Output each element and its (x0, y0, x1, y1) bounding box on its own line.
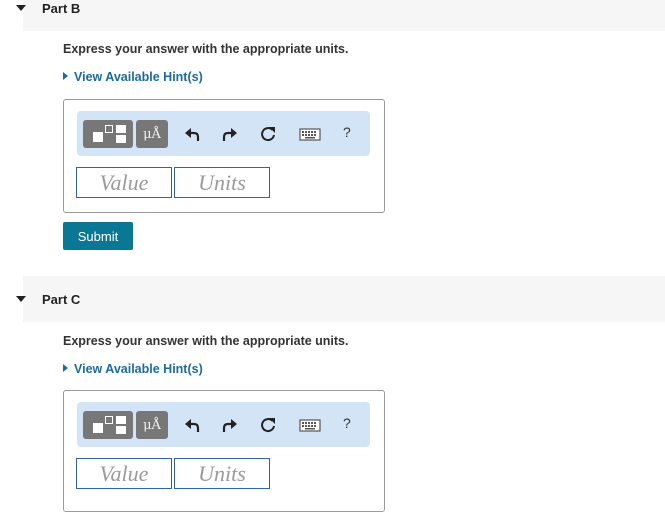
reset-icon[interactable] (259, 125, 277, 143)
hint-link-label: View Available Hint(s) (74, 362, 203, 376)
undo-icon[interactable] (184, 416, 202, 434)
redo-icon[interactable] (220, 416, 238, 434)
reset-icon[interactable] (259, 416, 277, 434)
units-input[interactable]: Units (174, 167, 270, 198)
template-bar-icon (116, 125, 126, 133)
part-b-title: Part B (42, 1, 81, 16)
value-input[interactable]: Value (76, 458, 172, 489)
part-b-answer-box: μÅ ? Value Units (63, 99, 385, 213)
hint-expand-icon (63, 72, 68, 80)
part-c-collapse-caret-icon[interactable] (16, 296, 26, 302)
template-bar-icon (116, 426, 126, 434)
part-c-answer-box: μÅ ? Value Units (63, 390, 385, 512)
help-button[interactable]: ? (343, 124, 351, 140)
units-button[interactable]: μÅ (136, 411, 168, 439)
template-bar-icon (116, 416, 126, 424)
keyboard-icon[interactable] (299, 416, 321, 434)
hint-link-label: View Available Hint(s) (74, 70, 203, 84)
math-toolbar: μÅ ? (77, 402, 370, 447)
undo-icon[interactable] (184, 125, 202, 143)
part-b-header[interactable] (23, 0, 665, 31)
part-b-hint-link[interactable]: View Available Hint(s) (63, 70, 203, 84)
templates-button[interactable] (83, 411, 133, 439)
units-input[interactable]: Units (174, 458, 270, 489)
part-c-header[interactable] (23, 276, 665, 322)
help-button[interactable]: ? (343, 415, 351, 431)
math-toolbar: μÅ ? (77, 111, 370, 156)
part-c-instruction: Express your answer with the appropriate… (63, 334, 349, 348)
redo-icon[interactable] (220, 125, 238, 143)
template-small-square-icon (105, 125, 113, 133)
value-input[interactable]: Value (76, 167, 172, 198)
units-button[interactable]: μÅ (136, 120, 168, 148)
template-small-square-icon (105, 416, 113, 424)
template-bar-icon (116, 135, 126, 143)
template-square-icon (93, 132, 103, 142)
hint-expand-icon (63, 364, 68, 372)
templates-button[interactable] (83, 120, 133, 148)
part-c-hint-link[interactable]: View Available Hint(s) (63, 362, 203, 376)
keyboard-icon[interactable] (299, 125, 321, 143)
submit-button[interactable]: Submit (63, 222, 133, 250)
part-b-instruction: Express your answer with the appropriate… (63, 42, 349, 56)
part-b-collapse-caret-icon[interactable] (16, 5, 26, 11)
template-square-icon (93, 423, 103, 433)
part-c-title: Part C (42, 292, 81, 307)
